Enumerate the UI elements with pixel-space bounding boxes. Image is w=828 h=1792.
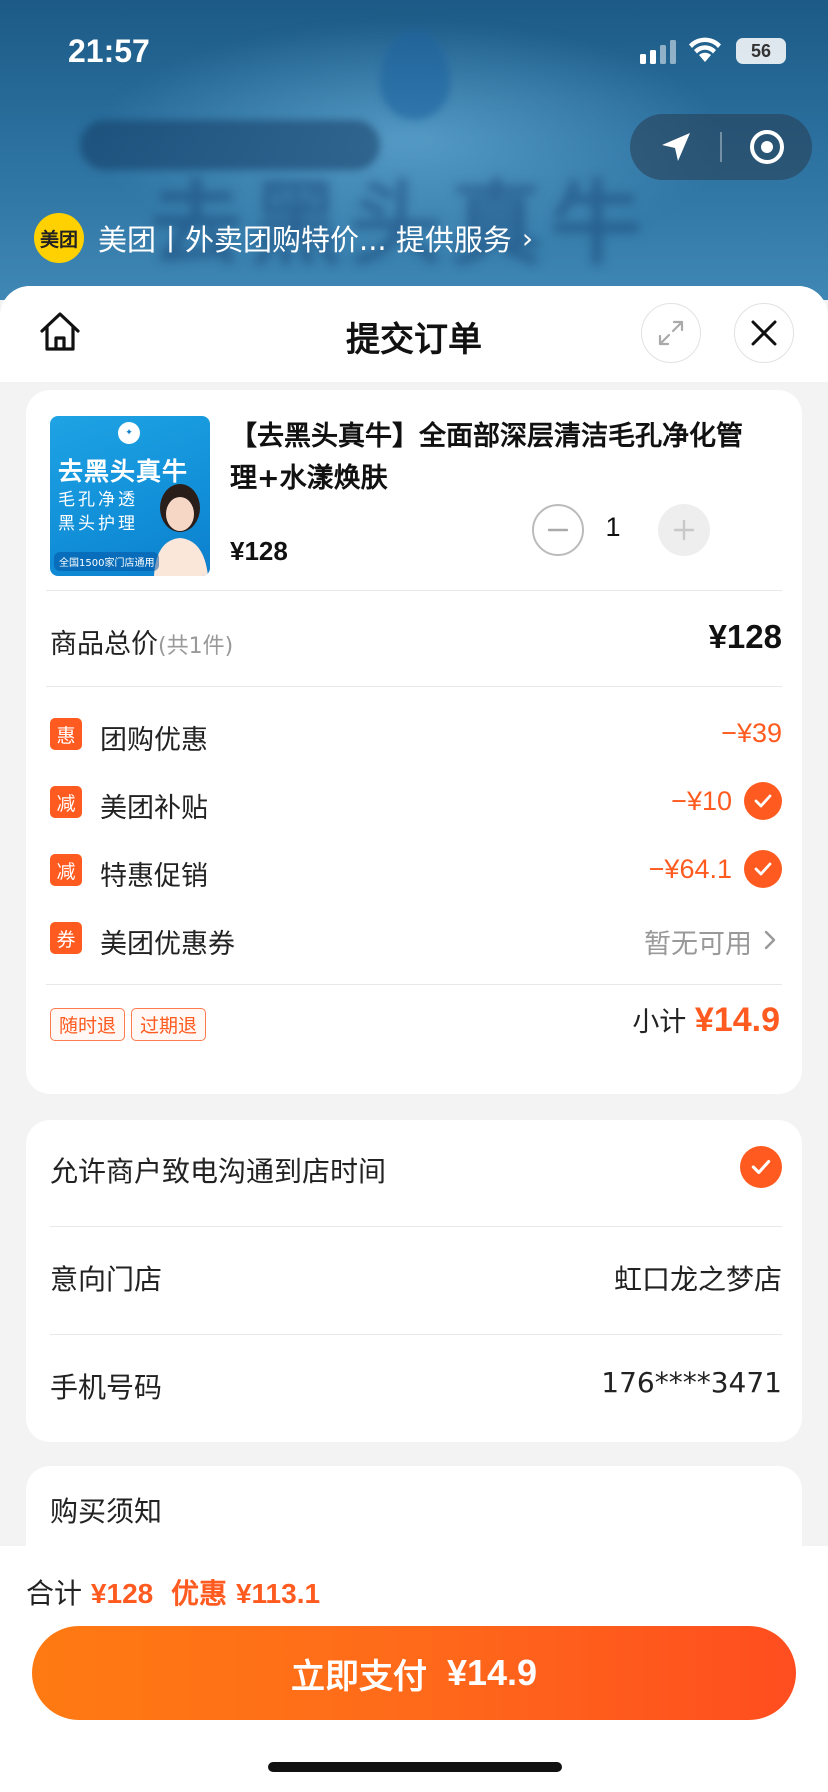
checkmark-icon: [754, 794, 772, 808]
expand-icon: [658, 320, 684, 346]
product-image: ✦ 去黑头真牛 毛孔净透 黑头护理 全国1500家门店通用: [50, 416, 210, 576]
discount-amount: −¥39: [721, 718, 782, 748]
order-summary-card: ✦ 去黑头真牛 毛孔净透 黑头护理 全国1500家门店通用 【去黑头真牛】全面部…: [26, 390, 802, 1094]
close-icon: [751, 320, 777, 346]
meituan-logo: 美团: [34, 213, 84, 263]
discount-name: 特惠促销: [100, 861, 208, 892]
location-button[interactable]: [630, 114, 721, 180]
chevron-right-icon: [764, 930, 776, 950]
pay-now-amount: ¥14.9: [446, 1652, 538, 1693]
discount-tag: 券: [50, 922, 82, 954]
refund-tag-expired: 过期退: [131, 1008, 207, 1041]
increase-quantity-button[interactable]: [658, 504, 710, 556]
discount-row-promotion[interactable]: 减 特惠促销 −¥64.1: [50, 850, 782, 892]
discount-row-subsidy[interactable]: 减 美团补贴 −¥10: [50, 782, 782, 824]
checkmark-icon: [754, 862, 772, 876]
cellular-signal-icon: [640, 40, 676, 64]
discount-name: 美团补贴: [100, 793, 208, 824]
phone-row[interactable]: 手机号码 176****3471: [50, 1356, 782, 1416]
discount-tag: 减: [50, 786, 82, 818]
discount-value: ¥113.1: [235, 1578, 321, 1609]
home-indicator: [268, 1762, 562, 1772]
refund-policy-tags: 随时退 过期退: [50, 1008, 207, 1041]
product-title: 【去黑头真牛】全面部深层清洁毛孔净化管理+水漾焕肤: [230, 421, 743, 494]
plus-icon: [673, 519, 695, 541]
page-title: 提交订单: [346, 320, 482, 360]
target-circle-icon: [749, 130, 784, 164]
pay-now-label: 立即支付: [290, 1656, 427, 1697]
discount-amount: −¥64.1: [648, 854, 732, 884]
checkmark-icon: [751, 1159, 771, 1175]
minus-icon: [547, 528, 569, 532]
miniprogram-capsule: [630, 114, 812, 180]
sheet-header: 提交订单: [0, 286, 828, 382]
wifi-icon: [689, 37, 721, 62]
order-sum: 合计 ¥128 优惠 ¥113.1: [26, 1572, 320, 1612]
discount-row-coupon[interactable]: 券 美团优惠券 暂无可用: [50, 920, 782, 960]
allow-call-label: 允许商户致电沟通到店时间: [50, 1155, 387, 1188]
allow-call-row[interactable]: 允许商户致电沟通到店时间: [50, 1140, 782, 1200]
allow-call-checkbox[interactable]: [740, 1146, 782, 1188]
subtotal: 小计 ¥14.9: [632, 1000, 780, 1040]
quantity-value: 1: [605, 512, 621, 542]
phone-label: 手机号码: [50, 1371, 163, 1404]
discount-name: 美团优惠券: [100, 929, 235, 960]
phone-value: 176****3471: [601, 1366, 782, 1399]
quantity-stepper: 1: [532, 504, 782, 558]
checkout-bar: 合计 ¥128 优惠 ¥113.1 立即支付 ¥14.9: [0, 1546, 828, 1792]
provider-text: 美团丨外卖团购特价... 提供服务: [98, 223, 512, 257]
discount-tag: 惠: [50, 718, 82, 750]
store-value: 虹口龙之梦店: [613, 1263, 782, 1296]
store-row[interactable]: 意向门店 虹口龙之梦店: [50, 1248, 782, 1308]
goods-count: (共1件): [158, 634, 234, 659]
discount-checkbox[interactable]: [744, 782, 782, 820]
subtotal-value: ¥14.9: [694, 1001, 780, 1039]
discount-name: 团购优惠: [100, 725, 208, 756]
brand-badge-icon: ✦: [118, 422, 140, 444]
discount-row-group-buy: 惠 团购优惠 −¥39: [50, 716, 782, 756]
close-button[interactable]: [734, 303, 794, 363]
discount-checkbox[interactable]: [744, 850, 782, 888]
product-image-stores: 全国1500家门店通用: [54, 552, 160, 571]
product-price: ¥128: [230, 536, 288, 566]
divider: [46, 590, 782, 591]
discount-amount: −¥10: [671, 786, 732, 816]
subtotal-label: 小计: [632, 1007, 687, 1038]
discount-label: 优惠: [171, 1578, 228, 1609]
goods-total-value: ¥128: [708, 618, 782, 655]
refund-tag-anytime: 随时退: [50, 1008, 126, 1041]
pay-now-button[interactable]: 立即支付 ¥14.9: [32, 1626, 796, 1720]
product-image-subline: 毛孔净透 黑头护理: [58, 490, 138, 534]
status-time: 21:57: [68, 33, 150, 69]
decrease-quantity-button[interactable]: [532, 504, 584, 556]
divider: [50, 1226, 782, 1227]
purchase-notice-label: 购买须知: [50, 1495, 163, 1528]
divider: [50, 1334, 782, 1335]
expand-button[interactable]: [641, 303, 701, 363]
close-miniprogram-button[interactable]: [721, 114, 812, 180]
status-bar: 21:57 56: [0, 0, 828, 100]
divider: [46, 984, 782, 985]
navigation-arrow-icon: [661, 133, 690, 161]
sum-value: ¥128: [90, 1578, 154, 1609]
sum-label: 合计: [26, 1577, 83, 1610]
discount-tag: 减: [50, 854, 82, 886]
service-provider-link[interactable]: 美团 美团丨外卖团购特价... 提供服务 ›: [34, 212, 533, 264]
coupon-status: 暂无可用: [644, 929, 752, 960]
goods-total-row: 商品总价(共1件) ¥128: [50, 614, 782, 664]
goods-total-label: 商品总价(共1件): [50, 629, 234, 660]
contact-info-card: 允许商户致电沟通到店时间 意向门店 虹口龙之梦店 手机号码 176****347…: [26, 1120, 802, 1442]
chevron-right-icon: ›: [521, 221, 534, 255]
store-label: 意向门店: [50, 1263, 163, 1296]
battery-icon: 56: [736, 38, 786, 64]
divider: [46, 686, 782, 687]
